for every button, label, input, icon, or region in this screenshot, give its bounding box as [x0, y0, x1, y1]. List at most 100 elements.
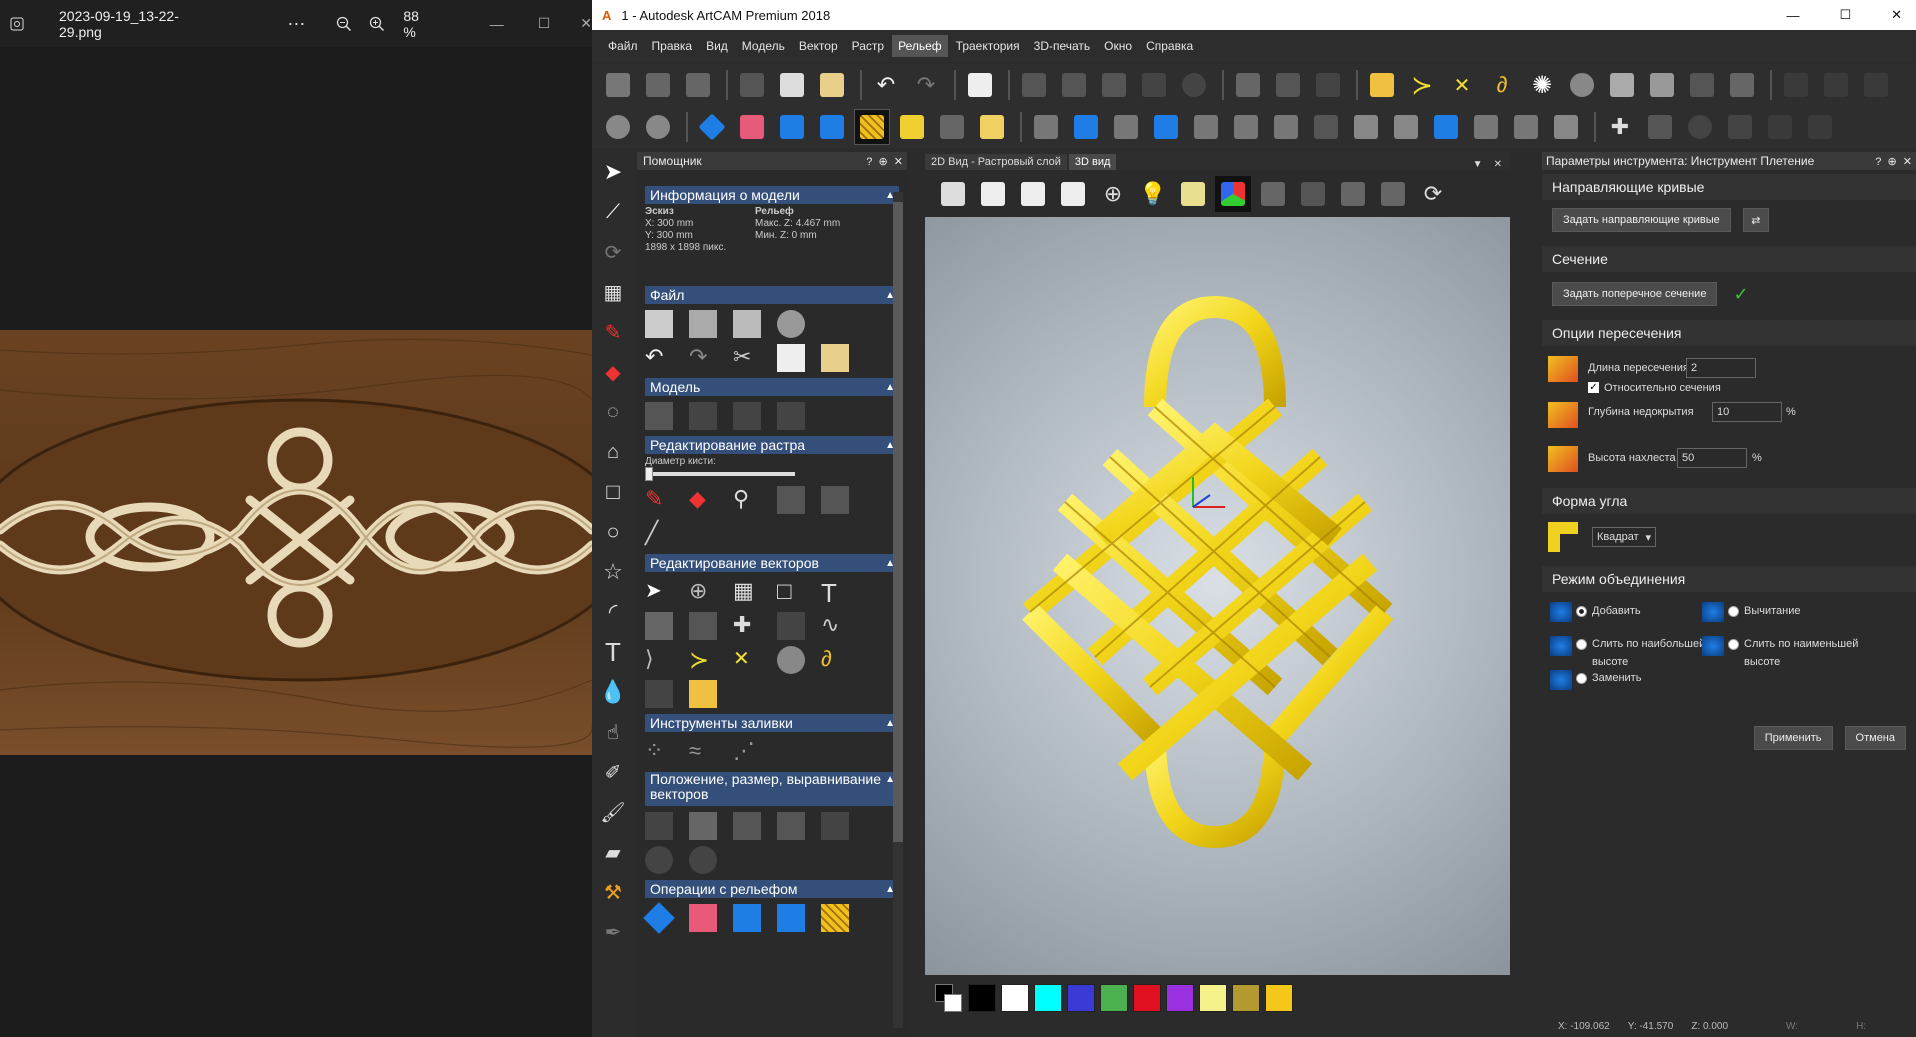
wizard-scrollbar[interactable] [893, 192, 903, 1028]
model-light-icon[interactable] [733, 402, 761, 430]
swatch-white[interactable] [1001, 984, 1029, 1012]
align-frame-icon[interactable] [689, 812, 717, 840]
relief-op3-icon[interactable] [1108, 109, 1144, 145]
vector-plus-icon[interactable]: ✚ [733, 612, 761, 640]
raster-flatten-icon[interactable] [821, 486, 849, 514]
tab-close-controls[interactable]: ▼ ✕ [1473, 159, 1502, 170]
undo-icon[interactable]: ↶ [645, 344, 673, 372]
relief-op8-icon[interactable] [1308, 109, 1344, 145]
circle-dots-icon[interactable] [1176, 67, 1212, 103]
stack-icon[interactable] [1724, 67, 1760, 103]
hammer-icon[interactable]: ⚒ [592, 872, 634, 912]
star-icon[interactable]: ☆ [592, 552, 634, 592]
relief-op13-icon[interactable] [1508, 109, 1544, 145]
node-icon[interactable] [1136, 67, 1172, 103]
raster-pencil-icon[interactable]: ✎ [645, 486, 673, 514]
relief-op9-icon[interactable] [1348, 109, 1384, 145]
slash-icon[interactable] [1762, 109, 1798, 145]
fill-icon[interactable]: ◆ [592, 352, 634, 392]
cut-icon[interactable] [734, 67, 770, 103]
save-icon[interactable] [680, 67, 716, 103]
open-folder-icon[interactable] [689, 310, 717, 338]
raster-grid-icon[interactable] [777, 486, 805, 514]
node-edit-icon[interactable]: ⟋ [592, 192, 634, 232]
moon-icon[interactable] [1722, 109, 1758, 145]
view-side-icon[interactable] [1015, 176, 1051, 212]
overlap-height-input[interactable]: 50 [1677, 448, 1747, 468]
eraser-tool-icon[interactable]: ▰ [592, 832, 634, 872]
vector-fill-icon[interactable] [645, 612, 673, 640]
zoom-icon[interactable]: ⊕ [1095, 176, 1131, 212]
merge-low-radio[interactable] [1728, 639, 1739, 650]
3d-viewport[interactable] [925, 217, 1510, 975]
wave-icon[interactable] [1818, 67, 1854, 103]
relief-weave-icon[interactable] [821, 904, 849, 932]
cylinder-view-icon[interactable] [1295, 176, 1331, 212]
tab-2d-view[interactable]: 2D Вид - Растровый слой [925, 154, 1067, 170]
grid-icon[interactable] [1096, 67, 1132, 103]
merge-subtract-radio[interactable] [1728, 606, 1739, 617]
vector-mirror-icon[interactable] [645, 680, 673, 708]
slab-icon[interactable] [1335, 176, 1371, 212]
close-button[interactable]: ✕ [1891, 7, 1902, 23]
relief-op10-icon[interactable] [1388, 109, 1424, 145]
zoom-fit-icon[interactable] [600, 109, 636, 145]
axis-icon[interactable] [1215, 176, 1251, 212]
copy-icon[interactable] [777, 344, 805, 372]
zoom-out-icon[interactable] [327, 0, 360, 47]
select-arrow-icon[interactable]: ➤ [592, 152, 634, 192]
corner-shape-select[interactable]: Квадрат ▾ [1592, 527, 1656, 547]
menu-view[interactable]: Вид [700, 35, 734, 57]
relief-op12-icon[interactable] [1468, 109, 1504, 145]
drop-icon[interactable]: 💧 [592, 672, 634, 712]
save-file-icon[interactable] [733, 310, 761, 338]
rectangle-icon[interactable]: □ [592, 472, 634, 512]
new-icon[interactable] [600, 67, 636, 103]
select-box-icon[interactable] [1802, 109, 1838, 145]
swatch-yellow[interactable] [1265, 984, 1293, 1012]
relief-spin-icon[interactable] [733, 904, 761, 932]
frame-icon[interactable] [1644, 67, 1680, 103]
relief-rail-icon[interactable] [777, 904, 805, 932]
vector-chevron-icon[interactable]: ≻ [689, 646, 717, 674]
stamp-icon[interactable] [1270, 67, 1306, 103]
vector-wave-icon[interactable]: ∿ [821, 612, 849, 640]
relief-op14-icon[interactable] [1548, 109, 1584, 145]
refresh-icon[interactable]: ⟳ [1415, 176, 1451, 212]
transform-icon[interactable]: ⟳ [592, 232, 634, 272]
view-front-icon[interactable] [975, 176, 1011, 212]
swatch-purple[interactable] [1166, 984, 1194, 1012]
relief-op7-icon[interactable] [1268, 109, 1304, 145]
swatch-green[interactable] [1100, 984, 1128, 1012]
shape-edit-icon[interactable] [894, 109, 930, 145]
light-bulb-icon[interactable]: 💡 [1135, 176, 1171, 212]
model-size-icon[interactable] [645, 402, 673, 430]
relief-pink-icon[interactable] [689, 904, 717, 932]
zoom-in-icon[interactable] [360, 0, 393, 47]
model-material-icon[interactable] [777, 402, 805, 430]
align-center-icon[interactable] [733, 812, 761, 840]
disk-icon[interactable] [1564, 67, 1600, 103]
merge-add-radio[interactable] [1576, 606, 1587, 617]
view-iso-icon[interactable] [935, 176, 971, 212]
minimize-button[interactable]: — [490, 16, 504, 32]
swatch-olive[interactable] [1232, 984, 1260, 1012]
relief-extrude-icon[interactable] [643, 902, 675, 934]
raster-fill-icon[interactable]: ◆ [689, 486, 717, 514]
relief-op2-icon[interactable] [1068, 109, 1104, 145]
raster-edit-header[interactable]: Редактирование растра ▲ [645, 436, 899, 454]
minimize-button[interactable]: — [1786, 8, 1799, 23]
relief-ops-header[interactable]: Операции с рельефом ▲ [645, 880, 899, 898]
ring-icon[interactable] [1682, 109, 1718, 145]
swatch-light-yellow[interactable] [1199, 984, 1227, 1012]
vector-edit-header[interactable]: Редактирование векторов ▲ [645, 554, 899, 572]
pencil-icon[interactable]: ✎ [592, 312, 634, 352]
spiral-array-icon[interactable] [645, 846, 673, 874]
apply-button[interactable]: Применить [1753, 726, 1833, 750]
brush-icon[interactable]: 🖌 [592, 792, 634, 832]
vector-transform-icon[interactable]: ⊕ [689, 578, 717, 606]
maximize-button[interactable]: ☐ [1839, 7, 1851, 23]
redo-icon[interactable]: ↷ [689, 344, 717, 372]
plus-icon[interactable]: ✚ [1602, 109, 1638, 145]
vector-folder-star-icon[interactable] [689, 680, 717, 708]
